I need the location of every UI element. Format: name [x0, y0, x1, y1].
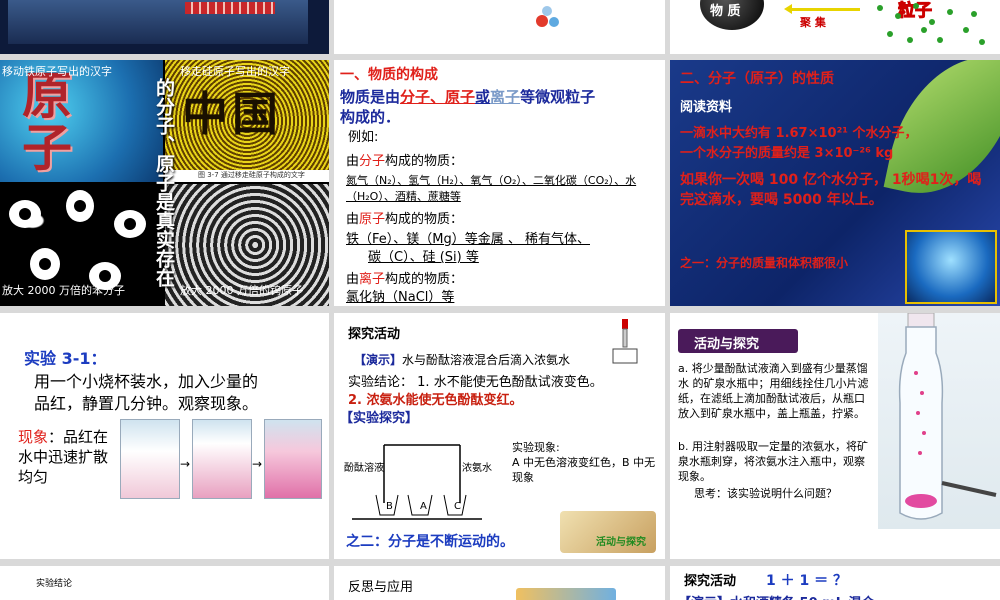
props-p3: 如果你一次喝 100 亿个水分子， 1秒喝1次，喝完这滴水，要喝 5000 年以…	[680, 172, 982, 208]
slide-exp31: 实验 3-1： 用一个小烧杯装水，加入少量的品红，静置几分钟。观察现象。 现象：…	[0, 313, 329, 559]
ion-list: 氯化钠（NaCl）等	[346, 290, 455, 305]
arrow-right-icon-2: →	[252, 457, 263, 471]
obs-text: A 中无色溶液变红色，B 中无现象	[512, 456, 656, 484]
explore-conclusion: 之二：分子是不断运动的。	[346, 534, 514, 550]
slide-top-left	[0, 0, 329, 54]
concl-1: 1. 水不能使无色酚酞试液变色。	[417, 375, 603, 390]
slide-bottom-left: 实验结论	[0, 566, 329, 600]
caption-right: 移走硅原子写出的汉字	[180, 65, 290, 78]
slide-bottom-right: 探究活动 1 ＋ 1 ＝ ？ 【演示】水和酒精各 50 mL 混合	[670, 566, 1000, 600]
molecule-label: 由分子构成的物质：	[346, 150, 463, 169]
props-heading: 二、分子（原子）的性质	[680, 71, 834, 87]
atom-list-2: 碳（C）、硅 (Si) 等	[368, 250, 479, 265]
matter-line1-d: 离子	[490, 88, 521, 106]
props-conclusion: 之一：分子的质量和体积都很小	[680, 256, 849, 270]
caption-bottom-left: 放大 2000 万倍的苯分子	[2, 284, 125, 297]
red-pattern	[185, 2, 275, 14]
molecule-label-a: 由	[346, 154, 360, 169]
concl-line1: 实验结论： 1. 水不能使无色酚酞试液变色。	[348, 371, 603, 390]
slide-top-middle	[334, 0, 665, 54]
demo-text: 水与酚酞溶液混合后滴入浓氨水	[402, 353, 571, 367]
explore-tag: 【实验探究】	[340, 411, 419, 426]
bottom-demo: 【演示】水和酒精各 50 mL 混合	[678, 592, 875, 600]
water-drop-image	[905, 230, 997, 304]
matter-line1-b: 分子、原子	[400, 88, 476, 106]
molecule-label-b: 分子	[359, 154, 386, 169]
slide-bottom-middle: 反思与应用	[334, 566, 665, 600]
gather-label: 聚 集	[800, 16, 826, 29]
ion-label: 由离子构成的物质：	[346, 268, 463, 287]
matter-heading: 一、物质的构成	[340, 67, 438, 83]
slide-properties: 二、分子（原子）的性质 阅读资料 一滴水中大约有 1.67×10²¹ 个水分子，…	[670, 60, 1000, 306]
reflection-label: 反思与应用	[348, 580, 414, 595]
exp31-phenomenon: 现象：品红在水中迅速扩散均匀	[18, 427, 110, 487]
beaker-photo-2	[192, 419, 252, 499]
exp31-phen-label: 现象	[18, 428, 49, 446]
matter-line1-e: 等微观粒子	[520, 88, 596, 106]
reading-label: 阅读资料	[680, 100, 733, 115]
label-ammonia: 浓氨水	[462, 463, 492, 474]
atom-label-b: 原子	[359, 212, 386, 227]
slide-explore: 探究活动 【演示】水与酚酞溶液混合后滴入浓氨水 实验结论： 1. 水不能使无色酚…	[334, 313, 665, 559]
activity-banner-text: 活动与探究	[694, 337, 760, 352]
beaker-a-label: A	[420, 501, 427, 512]
slide-atoms: 原子 移动铁原子写出的汉字 中国 移走硅原子写出的汉字 图 3-7 通过移走硅原…	[0, 60, 329, 306]
slide-matter: 一、物质的构成 物质是由分子、原子或离子等微观粒子 构成的． 例如: 由分子构成…	[334, 60, 665, 306]
bottom-explore-title: 探究活动	[684, 574, 737, 589]
arrow-right-icon-1: →	[180, 457, 191, 471]
example-label: 例如:	[348, 130, 379, 145]
reflection-image	[516, 588, 616, 600]
bottle-step-b: b. 用注射器吸取一定量的浓氨水，将矿泉水瓶刺穿，将浓氨水注入瓶中，观察现象。	[678, 440, 868, 483]
vertical-statement: 的分子、原子是真实存在	[153, 78, 175, 287]
green-dots	[877, 3, 985, 45]
silicon-chars: 中国	[182, 87, 282, 141]
beaker-photo-1	[120, 419, 180, 499]
atom-label-c: 构成的物质：	[385, 212, 464, 227]
matter-line1-a: 物质是由	[340, 88, 401, 106]
ion-label-b: 离子	[359, 272, 386, 287]
ion-label-a: 由	[346, 272, 360, 287]
exp31-title: 实验 3-1：	[24, 349, 107, 368]
beaker-c-label: C	[454, 501, 461, 512]
demo-tag: 【演示】	[354, 353, 403, 367]
atom-label-a: 由	[346, 212, 360, 227]
activity-badge-text: 活动与探究	[596, 537, 646, 548]
exp31-body: 用一个小烧杯装水，加入少量的品红，静置几分钟。观察现象。	[34, 372, 259, 413]
atom-list-1: 铁（Fe）、镁（Mg）等金属 、 稀有气体、	[346, 232, 590, 247]
explore-title: 探究活动	[348, 327, 401, 342]
bottle-think: 思考：该实验说明什么问题？	[694, 487, 837, 500]
matter-line1-c: 或	[475, 88, 491, 106]
fig-caption-text: 图 3-7 通过移走硅原子构成的文字	[198, 171, 305, 179]
beaker-photo-3	[264, 419, 322, 499]
matter-line1: 物质是由分子、原子或离子等微观粒子	[340, 86, 595, 107]
matter-line2: 构成的．	[340, 108, 401, 126]
props-p2: 一个水分子的质量约是 3×10⁻²⁶ kg	[680, 146, 894, 161]
demo-line: 【演示】水与酚酞溶液混合后滴入浓氨水	[354, 351, 570, 368]
beaker-b-label: B	[386, 501, 393, 512]
label-phenol: 酚酞溶液	[344, 463, 384, 474]
bottom-equation: 1 ＋ 1 ＝ ？	[766, 573, 847, 589]
atom-label: 由原子构成的物质：	[346, 208, 463, 227]
dropper-icon	[612, 319, 638, 364]
bottle-step-a: a. 将少量酚酞试液滴入到盛有少量蒸馏水 的矿泉水瓶中；用细线拴住几小片滤纸，在…	[678, 362, 869, 420]
props-p1: 一滴水中大约有 1.67×10²¹ 个水分子，	[680, 126, 918, 141]
bottle-illustration	[898, 313, 997, 520]
conclusion-label: 实验结论	[36, 579, 73, 589]
molecule-icon	[536, 6, 559, 27]
caption-left: 移动铁原子写出的汉字	[2, 65, 112, 78]
molecule-list: 氮气（N₂）、氢气（H₂）、氧气（O₂）、二氧化碳（CO₂）、水（H₂O）、酒精…	[346, 174, 637, 203]
slide-top-right: 物 质 聚 集 粒子	[670, 0, 1000, 54]
matter-label: 物 质	[710, 4, 741, 19]
arrow-head-icon	[784, 4, 792, 14]
slide-bottle: 活动与探究 a. 将少量酚酞试液滴入到盛有少量蒸馏水 的矿泉水瓶中；用细线拴住几…	[670, 313, 1000, 559]
caption-bottom-right: 放大 2000 万倍的钨原子	[180, 284, 303, 297]
arrow-left-icon	[790, 8, 860, 11]
molecule-label-c: 构成的物质：	[385, 154, 464, 169]
iron-atoms-chars: 原子	[22, 66, 72, 177]
concl-label: 实验结论：	[348, 375, 414, 390]
ion-label-c: 构成的物质：	[385, 272, 464, 287]
obs-title: 实验现象:	[512, 441, 560, 454]
concl-2: 2. 浓氨水能使无色酚酞变红。	[348, 393, 523, 408]
